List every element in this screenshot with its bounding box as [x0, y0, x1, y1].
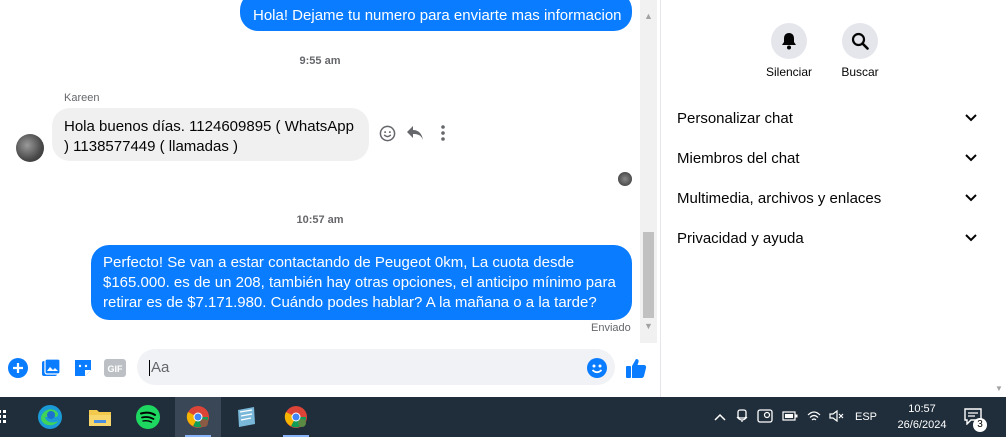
- input-placeholder: Aa: [151, 359, 170, 376]
- menu-media-files-links[interactable]: Multimedia, archivos y enlaces: [677, 183, 977, 213]
- chrome-profile-icon[interactable]: [273, 397, 319, 437]
- gif-icon[interactable]: GIF: [104, 357, 126, 379]
- system-tray: ESP: [714, 397, 877, 437]
- like-icon[interactable]: [625, 357, 647, 379]
- menu-label: Multimedia, archivos y enlaces: [677, 189, 882, 207]
- message-composer: GIF Aa: [0, 343, 657, 397]
- clock-date: 26/6/2024: [897, 419, 947, 431]
- emoji-icon[interactable]: [586, 357, 608, 379]
- outgoing-message[interactable]: Perfecto! Se van a estar contactando de …: [91, 245, 632, 320]
- search-icon: [842, 23, 878, 59]
- chat-details-panel: Silenciar Buscar Personalizar chat Miemb…: [660, 0, 993, 397]
- chevron-up-icon[interactable]: [714, 410, 726, 424]
- bell-icon: [771, 23, 807, 59]
- windows-taskbar: ESP 10:57 26/6/2024 3: [0, 397, 1006, 437]
- notes-app-icon[interactable]: [223, 397, 269, 437]
- message-input[interactable]: Aa: [137, 349, 615, 385]
- reply-icon[interactable]: [406, 124, 424, 142]
- menu-label: Miembros del chat: [677, 149, 800, 167]
- menu-privacy-help[interactable]: Privacidad y ayuda: [677, 223, 977, 253]
- text-caret: [149, 360, 150, 377]
- timestamp: 9:55 am: [299, 55, 341, 67]
- volume-icon[interactable]: [829, 409, 845, 425]
- system-clock[interactable]: 10:57 26/6/2024: [889, 401, 955, 433]
- chrome-icon[interactable]: [175, 397, 221, 437]
- chevron-down-icon: [965, 234, 977, 242]
- meet-now-icon[interactable]: [736, 408, 748, 426]
- message-actions: [378, 124, 452, 142]
- panel-scrollbar[interactable]: ▼: [993, 0, 1006, 397]
- scroll-up-icon[interactable]: ▲: [640, 8, 657, 25]
- chevron-down-icon: [965, 114, 977, 122]
- svg-text:GIF: GIF: [108, 364, 124, 374]
- menu-chat-members[interactable]: Miembros del chat: [677, 143, 977, 173]
- clock-time: 10:57: [908, 403, 936, 415]
- react-icon[interactable]: [378, 124, 396, 142]
- battery-icon[interactable]: [782, 410, 798, 424]
- seen-avatar: [618, 172, 632, 186]
- wifi-icon[interactable]: [807, 410, 821, 425]
- language-indicator[interactable]: ESP: [855, 411, 877, 423]
- more-options-icon[interactable]: [434, 124, 452, 142]
- edge-icon[interactable]: [27, 397, 73, 437]
- message-status: Enviado: [591, 322, 631, 334]
- scroll-down-icon[interactable]: ▼: [640, 318, 657, 335]
- screen-capture-icon[interactable]: [757, 408, 773, 426]
- mute-label: Silenciar: [765, 65, 813, 79]
- menu-label: Privacidad y ayuda: [677, 229, 804, 247]
- outgoing-message[interactable]: Hola! Dejame tu numero para enviarte mas…: [240, 0, 632, 31]
- sticker-icon[interactable]: [72, 357, 94, 379]
- avatar[interactable]: [16, 134, 44, 162]
- notification-badge: 3: [973, 418, 987, 432]
- mute-button[interactable]: Silenciar: [749, 23, 829, 79]
- menu-customize-chat[interactable]: Personalizar chat: [677, 103, 977, 133]
- timestamp: 10:57 am: [296, 214, 344, 226]
- sender-name: Kareen: [64, 92, 100, 104]
- task-view-icon[interactable]: [0, 397, 12, 437]
- search-button[interactable]: Buscar: [820, 23, 900, 79]
- photo-icon[interactable]: [40, 357, 62, 379]
- scroll-thumb[interactable]: [643, 232, 654, 318]
- chat-thread: Hola! Dejame tu numero para enviarte mas…: [0, 0, 640, 343]
- scroll-down-icon[interactable]: ▼: [995, 384, 1003, 393]
- file-explorer-icon[interactable]: [77, 397, 123, 437]
- chevron-down-icon: [965, 154, 977, 162]
- incoming-message[interactable]: Hola buenos días. 1124609895 ( WhatsApp …: [52, 108, 369, 161]
- spotify-icon[interactable]: [125, 397, 171, 437]
- app-window: Hola! Dejame tu numero para enviarte mas…: [0, 0, 1006, 437]
- chat-scrollbar[interactable]: ▲ ▼: [640, 0, 657, 343]
- chevron-down-icon: [965, 194, 977, 202]
- search-label: Buscar: [841, 65, 879, 79]
- menu-label: Personalizar chat: [677, 109, 793, 127]
- plus-icon[interactable]: [7, 357, 29, 379]
